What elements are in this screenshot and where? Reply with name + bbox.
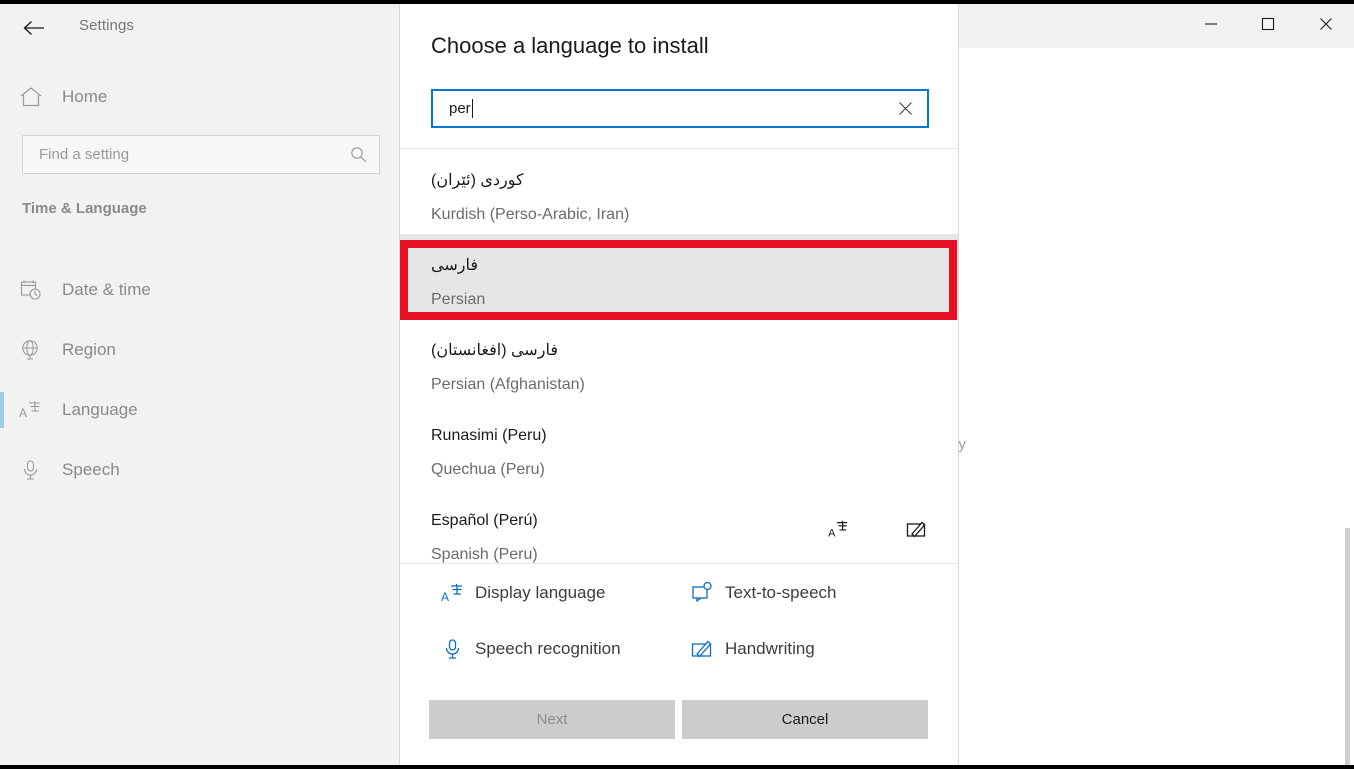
selection-accent <box>0 332 4 368</box>
language-native-name: Runasimi (Peru) <box>431 427 547 444</box>
language-list-scrollbar[interactable] <box>946 145 956 560</box>
language-search-value-wrap: per <box>433 99 883 118</box>
next-button[interactable]: Next <box>429 700 675 739</box>
sidebar-item-label: Speech <box>62 460 120 479</box>
clear-search-button[interactable] <box>883 91 927 126</box>
setting-search-box[interactable]: Find a setting <box>22 135 380 174</box>
list-item-persian[interactable]: فارسی Persian <box>400 234 958 319</box>
sidebar-home-label: Home <box>62 87 108 106</box>
dialog-title: Choose a language to install <box>431 33 709 58</box>
dialog-buttons: Next Cancel <box>429 700 929 739</box>
svg-text:A: A <box>441 590 449 604</box>
choose-language-dialog: Choose a language to install per كوردی (… <box>399 4 959 765</box>
back-arrow-icon <box>23 21 44 35</box>
display-language-icon: A <box>828 519 850 544</box>
app-title: Settings <box>79 17 134 34</box>
text-to-speech-icon <box>681 582 725 604</box>
page-scrollbar-thumb[interactable] <box>1345 528 1350 769</box>
sidebar-item-label: Region <box>62 340 116 359</box>
bottom-border <box>0 765 1354 769</box>
list-item[interactable]: Español (Perú) Spanish (Peru) A <box>400 489 958 564</box>
list-item[interactable]: كوردی (ئێران) Kurdish (Perso-Arabic, Ira… <box>400 149 958 234</box>
sidebar: Home Find a setting Time & Language Date… <box>0 48 399 765</box>
microphone-icon <box>431 638 475 660</box>
globe-icon <box>0 339 62 361</box>
setting-search-placeholder: Find a setting <box>39 146 130 163</box>
legend-item-display-language: A Display language <box>431 574 681 612</box>
minimize-icon <box>1205 23 1217 25</box>
legend-item-text-to-speech: Text-to-speech <box>681 574 931 612</box>
sidebar-item-date-time[interactable]: Date & time <box>0 260 399 320</box>
legend-label: Text-to-speech <box>725 583 837 602</box>
clear-x-icon <box>898 102 912 115</box>
text-caret <box>471 99 473 118</box>
selection-accent <box>0 272 4 308</box>
language-list[interactable]: كوردی (ئێران) Kurdish (Perso-Arabic, Ira… <box>400 149 958 564</box>
language-native-name: كوردی (ئێران) <box>431 172 524 189</box>
close-button[interactable] <box>1303 8 1349 40</box>
maximize-icon <box>1261 17 1275 31</box>
list-item[interactable]: فارسی (افغانستان) Persian (Afghanistan) <box>400 319 958 404</box>
back-button[interactable] <box>14 12 54 44</box>
svg-text:A: A <box>828 527 836 539</box>
dialog-divider-bottom <box>400 563 958 564</box>
display-language-icon: A <box>0 399 62 421</box>
legend-item-speech-recognition: Speech recognition <box>431 630 681 668</box>
sidebar-nav: Date & time Region A Language Speech <box>0 260 399 500</box>
sidebar-item-home[interactable]: Home <box>0 75 399 119</box>
sidebar-item-language[interactable]: A Language <box>0 380 399 440</box>
legend-item-handwriting: Handwriting <box>681 630 931 668</box>
sidebar-item-label: Date & time <box>62 280 151 299</box>
microphone-icon <box>0 459 62 481</box>
cancel-button[interactable]: Cancel <box>682 700 928 739</box>
minimize-button[interactable] <box>1188 8 1234 40</box>
maximize-button[interactable] <box>1245 8 1291 40</box>
language-search-input[interactable]: per <box>431 89 929 128</box>
handwriting-icon <box>681 638 725 660</box>
capabilities-legend: A Display language Text-to-speech Speech… <box>431 574 931 668</box>
home-icon <box>0 86 62 108</box>
language-english-name: Persian <box>431 291 486 308</box>
language-english-name: Spanish (Peru) <box>431 546 538 563</box>
language-native-name: فارسی (افغانستان) <box>431 342 558 359</box>
selection-accent <box>0 392 4 428</box>
sidebar-item-speech[interactable]: Speech <box>0 440 399 500</box>
language-native-name: فارسی <box>431 257 478 274</box>
language-english-name: Quechua (Peru) <box>431 461 545 478</box>
page-scrollbar[interactable] <box>1340 262 1354 769</box>
legend-label: Handwriting <box>725 639 815 658</box>
svg-text:A: A <box>19 406 27 420</box>
sidebar-item-label: Language <box>62 400 138 419</box>
calendar-clock-icon <box>0 279 62 301</box>
close-icon <box>1320 18 1332 30</box>
language-english-name: Persian (Afghanistan) <box>431 376 585 393</box>
legend-label: Display language <box>475 583 606 602</box>
language-capabilities: A <box>828 519 928 544</box>
legend-label: Speech recognition <box>475 639 621 658</box>
sidebar-section-title: Time & Language <box>22 200 147 217</box>
selection-accent <box>0 452 4 488</box>
language-search-value: per <box>449 100 471 117</box>
display-language-icon: A <box>431 582 475 604</box>
language-english-name: Kurdish (Perso-Arabic, Iran) <box>431 206 630 223</box>
list-item[interactable]: Runasimi (Peru) Quechua (Peru) <box>400 404 958 489</box>
handwriting-icon <box>906 519 928 544</box>
screen: Settings Home Find a setting Time & Lang… <box>0 0 1354 769</box>
sidebar-item-region[interactable]: Region <box>0 320 399 380</box>
search-icon <box>337 146 379 163</box>
